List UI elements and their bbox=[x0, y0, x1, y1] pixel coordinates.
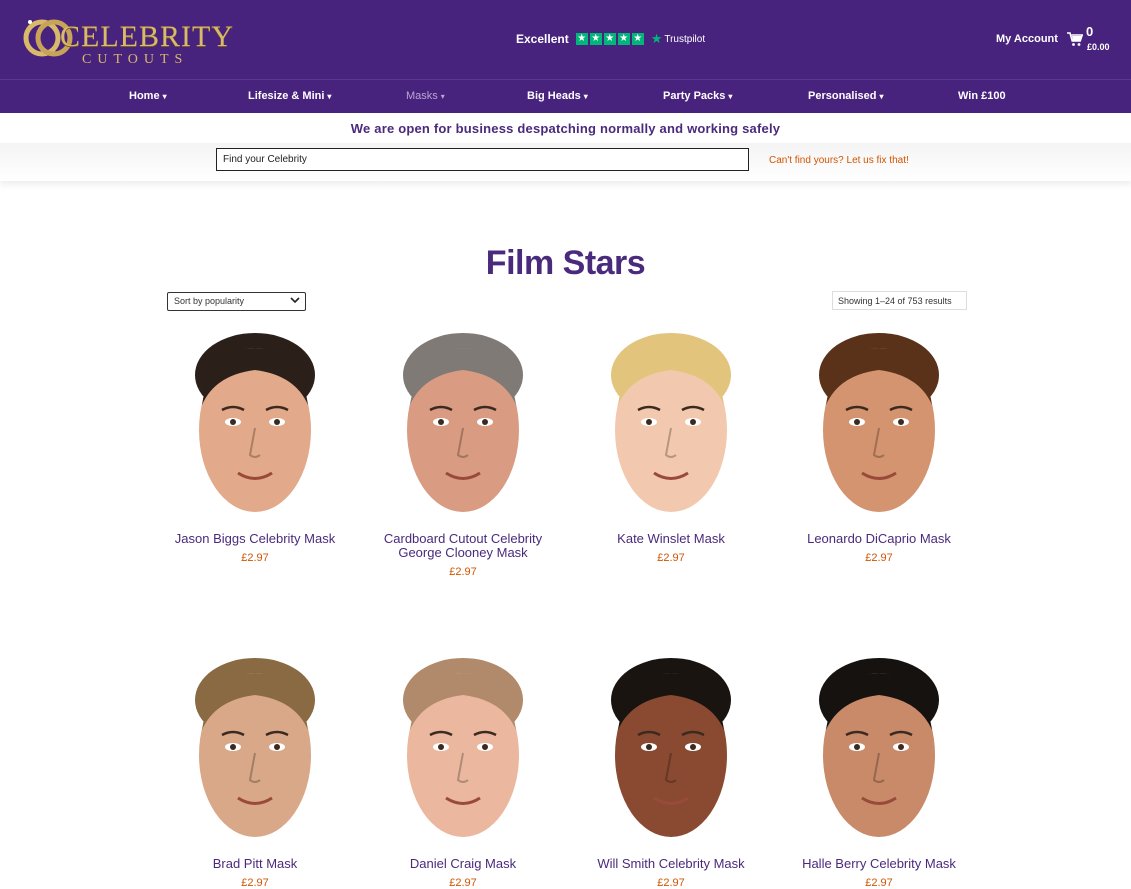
product-card[interactable]: Cardboard Cutout Celebrity George Cloone… bbox=[363, 330, 563, 578]
trustpilot-stars: ★ ★ ★ ★ ★ bbox=[575, 33, 644, 45]
nav-label: Win £100 bbox=[958, 90, 1006, 102]
product-price: £2.97 bbox=[865, 552, 893, 564]
trustpilot-rating-label: Excellent bbox=[516, 32, 569, 46]
sort-selected-value: Sort by popularity bbox=[174, 296, 245, 306]
trustpilot-logo-icon: ★ bbox=[650, 31, 663, 46]
product-name[interactable]: Leonardo DiCaprio Mask bbox=[779, 532, 979, 546]
nav-label: Lifesize & Mini bbox=[248, 90, 325, 102]
trustpilot-widget[interactable]: Excellent ★ ★ ★ ★ ★ ★ Trustpilot bbox=[516, 30, 705, 48]
product-price: £2.97 bbox=[865, 877, 893, 889]
product-name[interactable]: Daniel Craig Mask bbox=[363, 857, 563, 871]
chevron-down-icon: ▾ bbox=[879, 91, 884, 101]
product-price: £2.97 bbox=[449, 566, 477, 578]
site-logo[interactable]: CELEBRITY CUTOUTS bbox=[20, 10, 233, 70]
nav-label: Big Heads bbox=[527, 90, 581, 102]
product-card[interactable]: Daniel Craig Mask £2.97 bbox=[363, 655, 563, 889]
page-title: Film Stars bbox=[485, 244, 646, 282]
product-card[interactable]: Leonardo DiCaprio Mask £2.97 bbox=[779, 330, 979, 564]
product-name[interactable]: Will Smith Celebrity Mask bbox=[571, 857, 771, 871]
product-price: £2.97 bbox=[657, 552, 685, 564]
sort-select[interactable]: Sort by popularity bbox=[167, 292, 306, 311]
cart-icon[interactable] bbox=[1067, 31, 1083, 47]
product-name[interactable]: Halle Berry Celebrity Mask bbox=[779, 857, 979, 871]
star-icon: ★ bbox=[631, 33, 644, 45]
product-price: £2.97 bbox=[449, 877, 477, 889]
product-image[interactable] bbox=[596, 655, 746, 845]
product-image[interactable] bbox=[388, 655, 538, 845]
logo-subtitle: CUTOUTS bbox=[82, 52, 189, 67]
nav-label: Party Packs bbox=[663, 90, 726, 102]
cart-count[interactable]: 0 bbox=[1086, 24, 1093, 39]
nav-item-masks[interactable]: Masks ▾ bbox=[406, 90, 445, 102]
product-card[interactable]: Halle Berry Celebrity Mask £2.97 bbox=[779, 655, 979, 889]
nav-item-personalised[interactable]: Personalised ▾ bbox=[808, 90, 884, 102]
product-name[interactable]: Cardboard Cutout Celebrity George Cloone… bbox=[363, 532, 563, 560]
cant-find-link[interactable]: Can't find yours? Let us fix that! bbox=[769, 155, 909, 166]
nav-item-win-100[interactable]: Win £100 bbox=[958, 90, 1006, 102]
chevron-down-icon: ▾ bbox=[162, 91, 167, 101]
product-card[interactable]: Will Smith Celebrity Mask £2.97 bbox=[571, 655, 771, 889]
main-nav: Home ▾ Lifesize & Mini ▾ Masks ▾ Big Hea… bbox=[0, 79, 1131, 113]
product-price: £2.97 bbox=[241, 552, 269, 564]
product-image[interactable] bbox=[804, 655, 954, 845]
chevron-down-icon: ▾ bbox=[440, 91, 445, 101]
trustpilot-brand: ★ Trustpilot bbox=[651, 31, 705, 47]
nav-label: Personalised bbox=[808, 90, 877, 102]
cart-total[interactable]: £0.00 bbox=[1087, 42, 1110, 52]
nav-item-lifesize-mini[interactable]: Lifesize & Mini ▾ bbox=[248, 90, 331, 102]
trustpilot-brand-text: Trustpilot bbox=[664, 33, 706, 45]
product-image[interactable] bbox=[180, 655, 330, 845]
star-icon: ★ bbox=[617, 33, 630, 45]
chevron-down-icon: ▾ bbox=[728, 91, 733, 101]
product-card[interactable]: Jason Biggs Celebrity Mask £2.97 bbox=[155, 330, 355, 564]
search-bar: Find your Celebrity Can't find yours? Le… bbox=[0, 143, 1131, 181]
product-image[interactable] bbox=[180, 330, 330, 520]
product-card[interactable]: Kate Winslet Mask £2.97 bbox=[571, 330, 771, 564]
logo-wordmark: CELEBRITY bbox=[60, 20, 234, 53]
star-icon: ★ bbox=[589, 33, 602, 45]
chevron-down-icon: ▾ bbox=[583, 91, 588, 101]
celebrity-search-input[interactable]: Find your Celebrity bbox=[216, 148, 749, 171]
nav-item-big-heads[interactable]: Big Heads ▾ bbox=[527, 90, 588, 102]
my-account-link[interactable]: My Account bbox=[996, 33, 1058, 45]
product-image[interactable] bbox=[804, 330, 954, 520]
product-name[interactable]: Jason Biggs Celebrity Mask bbox=[155, 532, 355, 546]
nav-label: Masks bbox=[406, 90, 438, 102]
star-icon: ★ bbox=[603, 33, 616, 45]
product-image[interactable] bbox=[388, 330, 538, 520]
star-icon: ★ bbox=[575, 33, 588, 45]
nav-item-party-packs[interactable]: Party Packs ▾ bbox=[663, 90, 732, 102]
product-name[interactable]: Brad Pitt Mask bbox=[155, 857, 355, 871]
product-price: £2.97 bbox=[241, 877, 269, 889]
nav-label: Home bbox=[129, 90, 160, 102]
results-count: Showing 1–24 of 753 results bbox=[832, 291, 967, 310]
product-name[interactable]: Kate Winslet Mask bbox=[571, 532, 771, 546]
product-image[interactable] bbox=[596, 330, 746, 520]
chevron-down-icon bbox=[290, 297, 300, 304]
business-notice: We are open for business despatching nor… bbox=[350, 121, 781, 136]
chevron-down-icon: ▾ bbox=[327, 91, 332, 101]
site-header: CELEBRITY CUTOUTS Excellent ★ ★ ★ ★ ★ ★ … bbox=[0, 0, 1131, 79]
nav-item-home[interactable]: Home ▾ bbox=[129, 90, 167, 102]
product-price: £2.97 bbox=[657, 877, 685, 889]
product-card[interactable]: Brad Pitt Mask £2.97 bbox=[155, 655, 355, 889]
